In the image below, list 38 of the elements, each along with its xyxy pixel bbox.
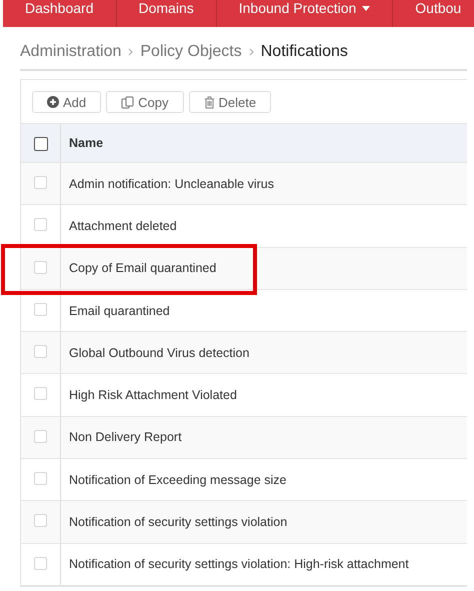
table-cell-text: Attachment deleted — [68, 218, 177, 235]
row-checkbox[interactable] — [34, 556, 47, 570]
plus-circle-icon — [47, 96, 59, 108]
delete-button[interactable]: Delete — [188, 91, 272, 113]
table-cell-text: Non Delivery Report — [68, 429, 182, 446]
nav-tab[interactable]: Inbound Protection — [216, 0, 394, 27]
row-checkbox[interactable] — [34, 430, 47, 443]
chevron-icon — [248, 48, 254, 56]
table-cell-text: Notification of security settings violation — [68, 514, 288, 532]
row-checkbox[interactable] — [34, 387, 47, 400]
row-checkbox[interactable] — [34, 345, 47, 358]
trash-icon — [204, 96, 214, 108]
table-cell-text: Admin notification: Uncleanable virus — [68, 176, 274, 193]
table-cell-text: Email quarantined — [68, 302, 170, 320]
row-checkbox[interactable] — [34, 260, 47, 274]
row-checkbox[interactable] — [34, 218, 47, 232]
nav-tab[interactable]: Domains — [116, 0, 217, 27]
breadcrumb-item: Notifications — [260, 43, 348, 61]
row-checkbox[interactable] — [34, 472, 47, 486]
nav-tab[interactable]: Dashboard — [3, 0, 116, 27]
nav-tab[interactable]: Outbou — [393, 0, 474, 27]
copy-icon — [121, 96, 134, 108]
select-all-checkbox[interactable] — [34, 137, 48, 151]
chevron-icon — [128, 48, 134, 56]
row-checkbox[interactable] — [34, 302, 47, 316]
copy-button[interactable]: Copy — [106, 91, 184, 113]
table-cell-text: Copy of Email quarantined — [68, 260, 216, 278]
breadcrumb-item[interactable]: Administration — [20, 43, 122, 61]
table-cell-text: High Risk Attachment Violated — [68, 387, 237, 404]
table-cell-text: Notification of security settings violation: High-risk attachment — [68, 556, 409, 574]
column-header: Name — [68, 135, 104, 152]
table-cell-text: Notification of Exceeding message size — [68, 472, 286, 489]
table-cell-text: Global Outbound Virus detection — [68, 344, 250, 362]
add-button[interactable]: Add — [32, 91, 102, 113]
caret-icon — [362, 6, 370, 11]
row-checkbox[interactable] — [34, 514, 47, 528]
breadcrumb-item[interactable]: Policy Objects — [140, 43, 242, 61]
row-checkbox[interactable] — [34, 176, 47, 189]
